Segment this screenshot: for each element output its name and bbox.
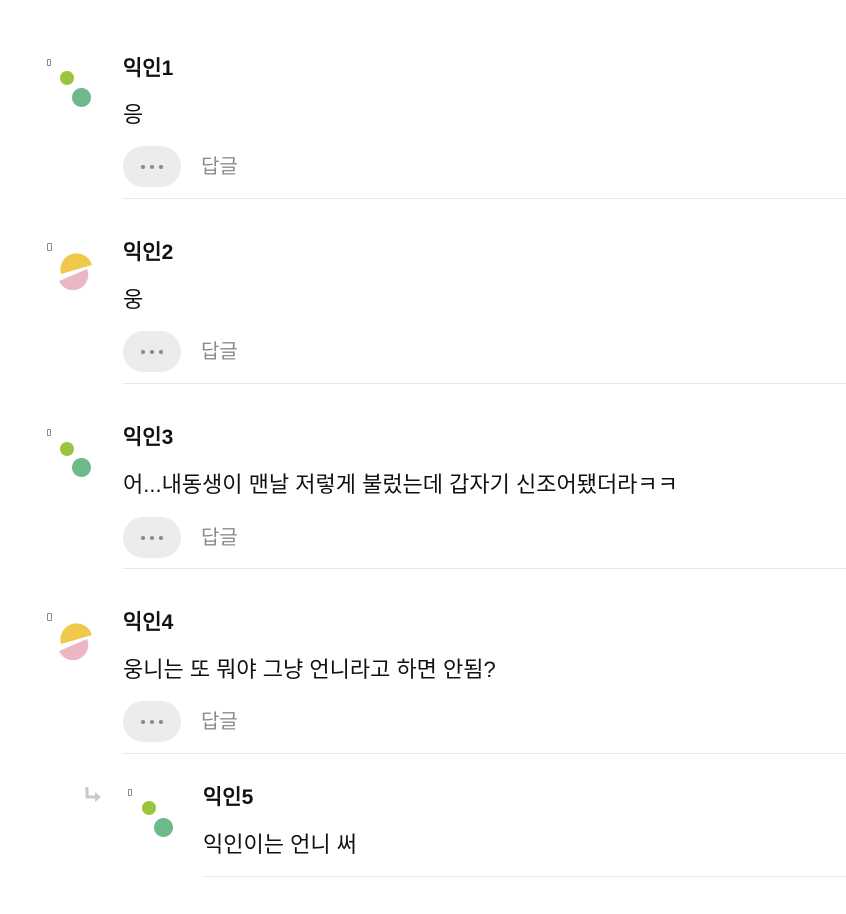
reply-text: 익인이는 언니 써 [203, 832, 357, 857]
reply-button[interactable]: 답글 [201, 526, 238, 550]
comment-author[interactable]: 익인1 [123, 57, 173, 81]
avatar [47, 59, 107, 119]
reply-button[interactable]: 답글 [201, 155, 238, 179]
comment-divider [123, 198, 846, 199]
comment-author[interactable]: 익인2 [123, 241, 173, 265]
more-options-button[interactable] [123, 331, 181, 372]
avatar-badge-icon [47, 59, 51, 66]
avatar [47, 613, 107, 673]
green-dot-icon [72, 88, 91, 107]
avatar-badge-icon [47, 429, 51, 436]
green-dot-icon [72, 458, 91, 477]
comment-text: 어...내동생이 맨날 저렇게 불렀는데 갑자기 신조어됐더라ㅋㅋ [123, 472, 678, 497]
comment-text: 웅 [123, 287, 144, 312]
reply-author[interactable]: 익인5 [203, 786, 253, 810]
comment-divider [123, 753, 846, 754]
comment-text: 응 [123, 102, 144, 127]
comment-author[interactable]: 익인3 [123, 426, 173, 450]
comment-divider [123, 568, 846, 569]
comment-text: 웅니는 또 뭐야 그냥 언니라고 하면 안됨? [123, 657, 496, 682]
avatar [47, 429, 107, 489]
green-dot-icon [60, 442, 74, 456]
comment-divider [123, 383, 846, 384]
avatar [128, 789, 188, 849]
reply-arrow-icon [85, 787, 101, 802]
green-dot-icon [60, 71, 74, 85]
comment-author[interactable]: 익인4 [123, 611, 173, 635]
avatar [47, 243, 107, 303]
more-options-button[interactable] [123, 146, 181, 187]
reply-divider [203, 876, 846, 877]
more-options-button[interactable] [123, 517, 181, 558]
more-options-button[interactable] [123, 701, 181, 742]
reply-button[interactable]: 답글 [201, 710, 238, 734]
reply-button[interactable]: 답글 [201, 340, 238, 364]
yellow-pink-avatar-icon [47, 613, 92, 661]
yellow-pink-avatar-icon [47, 243, 92, 291]
avatar-badge-icon [128, 789, 132, 796]
green-dot-icon [154, 818, 173, 837]
green-dot-icon [142, 801, 156, 815]
